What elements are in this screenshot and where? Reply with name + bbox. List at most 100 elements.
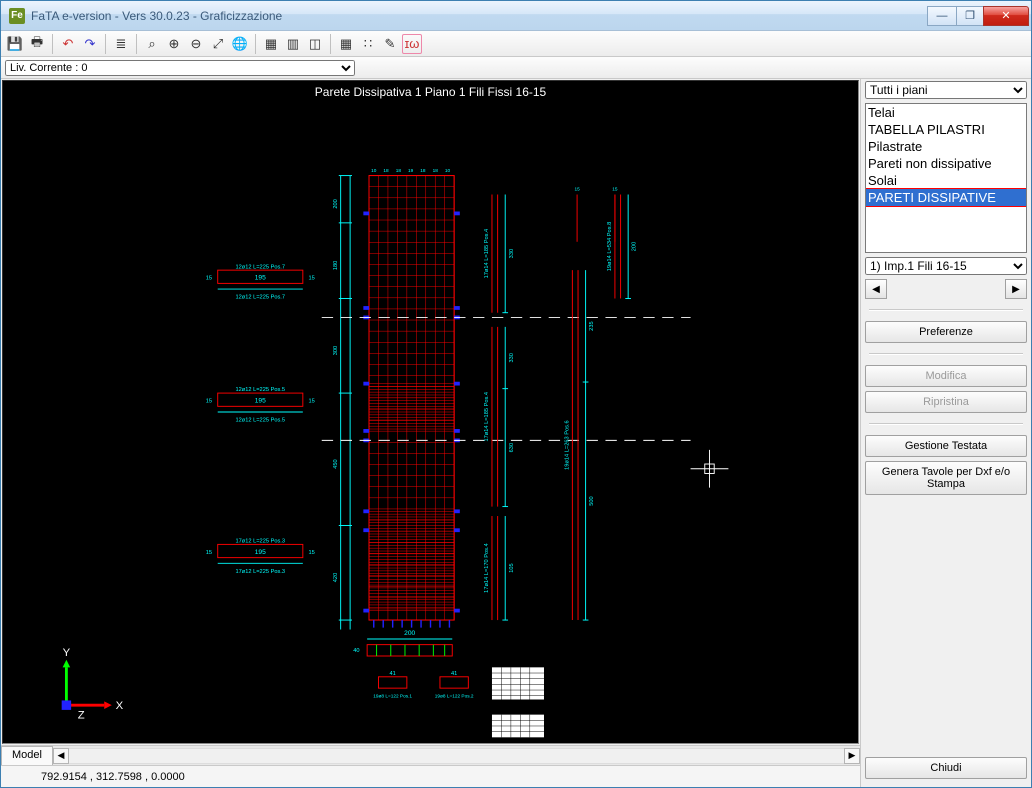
svg-text:200: 200 <box>632 242 638 251</box>
svg-text:12ø12 L=225 Pos.5: 12ø12 L=225 Pos.5 <box>236 387 286 393</box>
main-toolbar: 💾 🖶 ↶ ↷ ≣ ⌕ ⊕ ⊖ ⤢ 🌐 ▦ ▥ ◫ ▦ ∷ ✎ ɪω <box>1 31 1031 57</box>
content-area: Parete Dissipativa 1 Piano 1 Fili Fissi … <box>1 79 1031 787</box>
close-button[interactable]: ✕ <box>983 6 1029 26</box>
svg-text:330: 330 <box>509 249 515 258</box>
level-select[interactable]: Liv. Corrente : 0 <box>5 60 355 76</box>
save-icon[interactable]: 💾 <box>5 34 25 54</box>
svg-text:200: 200 <box>333 199 339 208</box>
svg-text:18: 18 <box>383 168 389 174</box>
list-item[interactable]: TABELLA PILASTRI <box>866 121 1026 138</box>
svg-text:195: 195 <box>255 549 266 556</box>
chiudi-button[interactable]: Chiudi <box>865 757 1027 779</box>
svg-text:195: 195 <box>255 398 266 405</box>
scroll-right-icon[interactable]: ▶ <box>844 748 860 764</box>
svg-text:200: 200 <box>404 630 415 637</box>
svg-text:450: 450 <box>333 459 339 468</box>
window-buttons: — ❐ ✕ <box>928 6 1029 26</box>
restore-button[interactable]: ❐ <box>956 6 984 26</box>
zoom-out-icon[interactable]: ⊖ <box>186 34 206 54</box>
list-item[interactable]: Solai <box>866 172 1026 189</box>
mode-icon[interactable]: ɪω <box>402 34 422 54</box>
globe-icon[interactable]: 🌐 <box>230 34 250 54</box>
print-icon[interactable]: 🖶 <box>27 34 47 54</box>
view-iso-icon[interactable]: ◫ <box>305 34 325 54</box>
svg-text:630: 630 <box>509 443 515 452</box>
svg-text:15: 15 <box>206 399 212 405</box>
right-panel: Tutti i piani TelaiTABELLA PILASTRIPilas… <box>861 79 1031 787</box>
list-item[interactable]: Pareti non dissipative <box>866 155 1026 172</box>
svg-text:105: 105 <box>509 563 515 572</box>
svg-text:17ø12 L=225 Pos.3: 17ø12 L=225 Pos.3 <box>236 539 286 545</box>
grid-small-icon[interactable]: ∷ <box>358 34 378 54</box>
ripristina-button[interactable]: Ripristina <box>865 391 1027 413</box>
svg-text:235: 235 <box>589 321 595 330</box>
minimize-button[interactable]: — <box>927 6 957 26</box>
svg-text:17ø14 L=185 Pos.4: 17ø14 L=185 Pos.4 <box>484 229 490 279</box>
svg-text:10: 10 <box>445 168 451 174</box>
svg-text:40: 40 <box>353 648 359 654</box>
genera-tavole-button[interactable]: Genera Tavole per Dxf e/o Stampa <box>865 461 1027 495</box>
impalcato-select[interactable]: 1) Imp.1 Fili 16-15 <box>865 257 1027 275</box>
svg-text:18: 18 <box>433 168 439 174</box>
undo-icon[interactable]: ↶ <box>58 34 78 54</box>
svg-text:180: 180 <box>333 261 339 270</box>
zoom-area-icon[interactable]: ⌕ <box>142 34 162 54</box>
next-button[interactable]: ▶ <box>1005 279 1027 299</box>
modifica-button[interactable]: Modifica <box>865 365 1027 387</box>
view-side-icon[interactable]: ▥ <box>283 34 303 54</box>
svg-text:12ø12 L=225 Pos.7: 12ø12 L=225 Pos.7 <box>236 264 286 270</box>
svg-text:17ø14 L=170 Pos.4: 17ø14 L=170 Pos.4 <box>484 543 490 593</box>
svg-text:15: 15 <box>309 276 315 282</box>
svg-text:17ø14 L=185 Pos.4: 17ø14 L=185 Pos.4 <box>484 392 490 442</box>
redo-icon[interactable]: ↷ <box>80 34 100 54</box>
preferenze-button[interactable]: Preferenze <box>865 321 1027 343</box>
category-list[interactable]: TelaiTABELLA PILASTRIPilastratePareti no… <box>865 103 1027 253</box>
titlebar: Fe FaTA e-version - Vers 30.0.23 - Grafi… <box>1 1 1031 31</box>
svg-text:420: 420 <box>333 573 339 582</box>
title-text: FaTA e-version - Vers 30.0.23 - Graficiz… <box>31 9 282 23</box>
svg-text:19ø14 L=263 Pos.6: 19ø14 L=263 Pos.6 <box>565 420 571 470</box>
layers-icon[interactable]: ≣ <box>111 34 131 54</box>
svg-text:41: 41 <box>451 671 457 677</box>
svg-text:18: 18 <box>396 168 402 174</box>
app-icon: Fe <box>9 8 25 24</box>
svg-text:15: 15 <box>206 550 212 556</box>
list-item[interactable]: PARETI DISSIPATIVE <box>866 189 1026 206</box>
gestione-testata-button[interactable]: Gestione Testata <box>865 435 1027 457</box>
model-tabbar: Model ◀ ▶ <box>1 745 860 765</box>
grid-big-icon[interactable]: ▦ <box>336 34 356 54</box>
svg-text:17ø12 L=225 Pos.3: 17ø12 L=225 Pos.3 <box>236 569 286 575</box>
list-item[interactable]: Telai <box>866 104 1026 121</box>
tab-model[interactable]: Model <box>1 746 53 765</box>
canvas-wrap: Parete Dissipativa 1 Piano 1 Fili Fissi … <box>1 79 861 787</box>
list-item[interactable]: Pilastrate <box>866 138 1026 155</box>
svg-text:19ø8 L=122 Pos.1: 19ø8 L=122 Pos.1 <box>373 694 412 700</box>
title: Fe FaTA e-version - Vers 30.0.23 - Grafi… <box>9 8 928 24</box>
view-front-icon[interactable]: ▦ <box>261 34 281 54</box>
app-window: Fe FaTA e-version - Vers 30.0.23 - Grafi… <box>0 0 1032 788</box>
svg-text:Y: Y <box>63 647 71 659</box>
svg-text:300: 300 <box>333 346 339 355</box>
svg-text:15: 15 <box>309 399 315 405</box>
measure-icon[interactable]: ✎ <box>380 34 400 54</box>
svg-text:10: 10 <box>371 168 377 174</box>
hscrollbar[interactable]: ◀ ▶ <box>53 746 860 765</box>
svg-text:195: 195 <box>255 275 266 282</box>
level-bar: Liv. Corrente : 0 <box>1 57 1031 79</box>
drawing-canvas[interactable]: Parete Dissipativa 1 Piano 1 Fili Fissi … <box>2 80 859 744</box>
zoom-extents-icon[interactable]: ⤢ <box>208 34 228 54</box>
coords-readout: 792.9154 , 312.7598 , 0.0000 <box>41 771 185 783</box>
svg-text:41: 41 <box>390 671 396 677</box>
svg-text:15: 15 <box>574 187 580 193</box>
prev-button[interactable]: ◀ <box>865 279 887 299</box>
svg-text:12ø12 L=225 Pos.7: 12ø12 L=225 Pos.7 <box>236 295 286 301</box>
scroll-left-icon[interactable]: ◀ <box>53 748 69 764</box>
zoom-in-icon[interactable]: ⊕ <box>164 34 184 54</box>
svg-text:15: 15 <box>612 187 618 193</box>
svg-text:19: 19 <box>408 168 414 174</box>
svg-text:19ø14 L=534 Pos.8: 19ø14 L=534 Pos.8 <box>607 222 613 272</box>
plan-select[interactable]: Tutti i piani <box>865 81 1027 99</box>
svg-text:330: 330 <box>509 353 515 362</box>
canvas-title: Parete Dissipativa 1 Piano 1 Fili Fissi … <box>3 85 858 99</box>
svg-text:12ø12 L=225 Pos.5: 12ø12 L=225 Pos.5 <box>236 417 286 423</box>
